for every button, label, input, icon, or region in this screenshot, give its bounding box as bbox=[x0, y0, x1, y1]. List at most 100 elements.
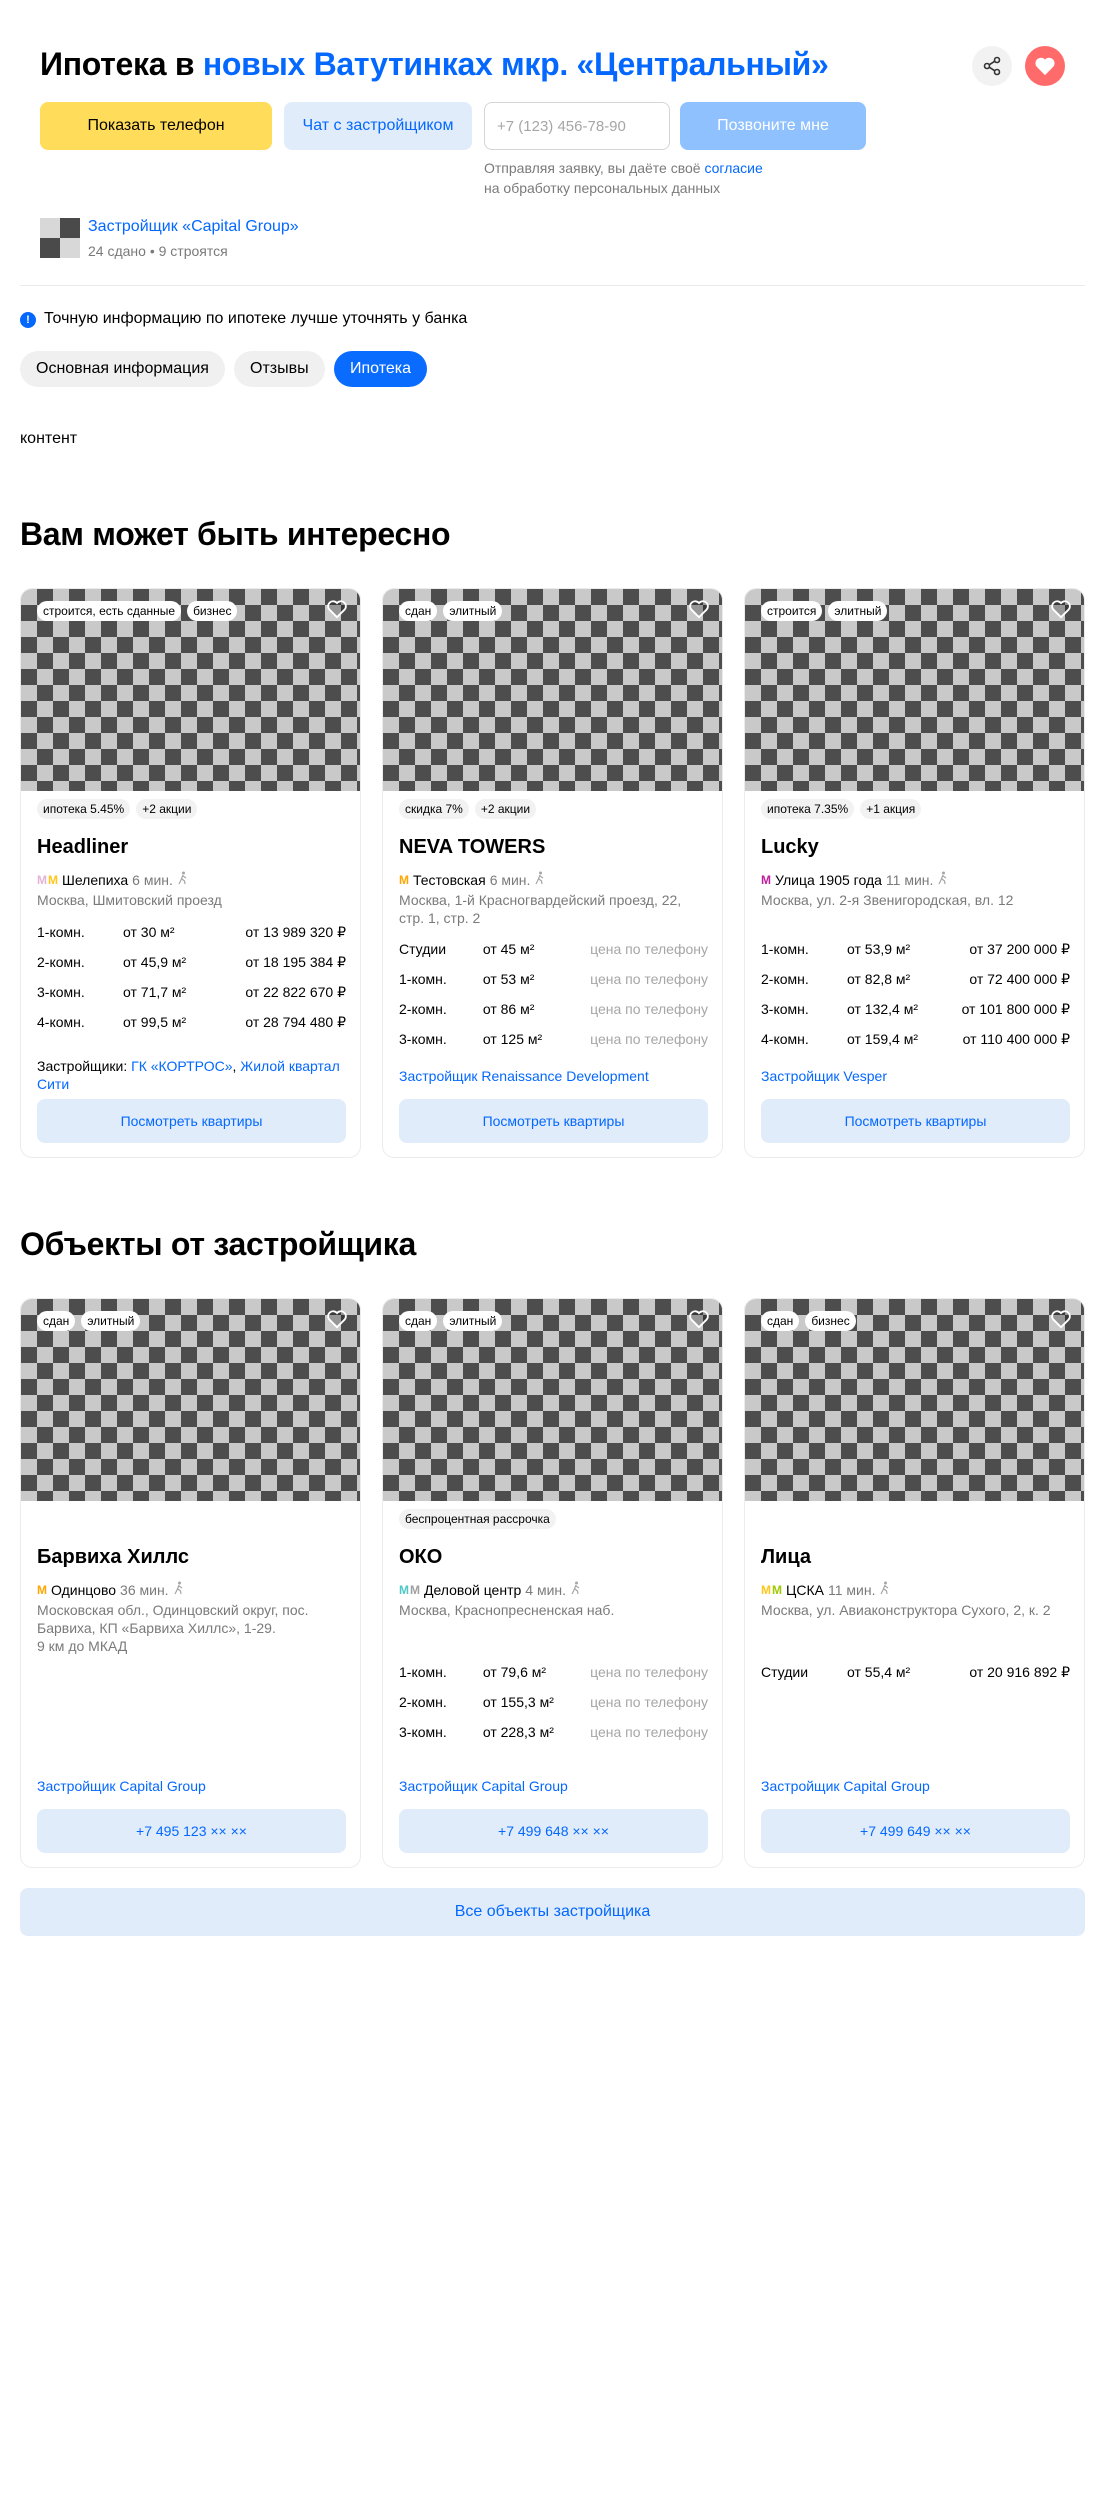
room-type: 3-комн. bbox=[761, 1001, 809, 1017]
promo-badge[interactable]: +1 акция bbox=[860, 799, 922, 819]
metro-info: M Одинцово 36 мин. bbox=[37, 1581, 185, 1598]
room-area: от 99,5 м² bbox=[123, 1014, 187, 1030]
favorite-button[interactable] bbox=[1025, 46, 1065, 86]
building-card[interactable]: сдан элитный беспроцентная рассрочка ОКО M M Д… bbox=[382, 1298, 723, 1868]
metro-time: 11 мин. bbox=[885, 871, 934, 888]
room-row[interactable]: 4-комн. от 99,5 м² от 28 794 480 ₽ bbox=[37, 1007, 346, 1037]
promo-badge[interactable]: беспроцентная рассрочка bbox=[399, 1509, 556, 1529]
room-type: Студии bbox=[399, 941, 447, 957]
room-price: цена по телефону bbox=[590, 1694, 708, 1710]
room-price: цена по телефону bbox=[590, 1031, 708, 1047]
card-favorite-button[interactable] bbox=[326, 599, 348, 624]
promo-badge[interactable]: +2 акции bbox=[136, 799, 198, 819]
show-phone-button[interactable]: Показать телефон bbox=[40, 102, 272, 150]
all-developer-objects-button[interactable]: Все объекты застройщика bbox=[20, 1888, 1085, 1936]
title-location-link[interactable]: новых Ватутинках мкр. «Центральный» bbox=[203, 46, 829, 82]
tab-reviews[interactable]: Отзывы bbox=[234, 351, 325, 387]
room-price: от 37 200 000 ₽ bbox=[969, 940, 1070, 957]
room-row[interactable]: 2-комн. от 155,3 м² цена по телефону bbox=[399, 1687, 708, 1717]
card-favorite-button[interactable] bbox=[688, 1309, 710, 1334]
room-area: от 159,4 м² bbox=[847, 1031, 918, 1047]
room-row[interactable]: 1-комн. от 53,9 м² от 37 200 000 ₽ bbox=[761, 934, 1070, 964]
building-name[interactable]: Лица bbox=[761, 1546, 811, 1569]
building-address: Москва, ул. 2-я Звенигородская, вл. 12 bbox=[761, 892, 1014, 908]
building-name[interactable]: NEVA TOWERS bbox=[399, 836, 545, 859]
room-row[interactable]: 1-комн. от 30 м² от 13 989 320 ₽ bbox=[37, 917, 346, 947]
show-phone-button[interactable]: +7 499 649 ×× ×× bbox=[761, 1809, 1070, 1853]
developer-link[interactable]: Застройщик Capital Group bbox=[761, 1778, 930, 1794]
card-favorite-button[interactable] bbox=[326, 1309, 348, 1334]
building-photo[interactable]: сдан бизнес bbox=[745, 1299, 1084, 1501]
building-card[interactable]: строится элитный ипотека 7.35% +1 акция Luck… bbox=[744, 588, 1085, 1158]
room-area: от 132,4 м² bbox=[847, 1001, 918, 1017]
room-type: 3-комн. bbox=[399, 1031, 447, 1047]
building-photo[interactable]: сдан элитный bbox=[383, 589, 722, 791]
heart-icon bbox=[689, 600, 709, 619]
room-row[interactable]: 3-комн. от 125 м² цена по телефону bbox=[399, 1024, 708, 1054]
building-name[interactable]: ОКО bbox=[399, 1546, 442, 1569]
status-badge: элитный bbox=[81, 1311, 141, 1331]
card-developer: Застройщик Capital Group bbox=[761, 1777, 1071, 1795]
building-name[interactable]: Lucky bbox=[761, 836, 819, 859]
promo-badges: беспроцентная рассрочка bbox=[399, 1509, 556, 1529]
view-apartments-button[interactable]: Посмотреть квартиры bbox=[761, 1099, 1070, 1143]
room-row[interactable]: 3-комн. от 71,7 м² от 22 822 670 ₽ bbox=[37, 977, 346, 1007]
building-photo[interactable]: сдан элитный bbox=[21, 1299, 360, 1501]
view-apartments-button[interactable]: Посмотреть квартиры bbox=[37, 1099, 346, 1143]
promo-badges: ипотека 5.45% +2 акции bbox=[37, 799, 198, 819]
developer-link[interactable]: Застройщик Renaissance Development bbox=[399, 1068, 649, 1084]
metro-info: M M Деловой центр 4 мин. bbox=[399, 1581, 582, 1598]
developer-link[interactable]: Застройщик «Capital Group» bbox=[88, 218, 299, 236]
room-row[interactable]: 1-комн. от 79,6 м² цена по телефону bbox=[399, 1657, 708, 1687]
room-row[interactable]: Студии от 55,4 м² от 20 916 892 ₽ bbox=[761, 1657, 1070, 1687]
room-row[interactable]: 2-комн. от 86 м² цена по телефону bbox=[399, 994, 708, 1024]
consent-link[interactable]: согласие bbox=[704, 160, 762, 176]
building-card[interactable]: сдан элитный скидка 7% +2 акции NEVA TOWERS M… bbox=[382, 588, 723, 1158]
room-row[interactable]: Студии от 45 м² цена по телефону bbox=[399, 934, 708, 964]
share-button[interactable] bbox=[972, 46, 1012, 86]
walk-icon bbox=[173, 1581, 185, 1598]
promo-badge[interactable]: скидка 7% bbox=[399, 799, 469, 819]
room-type: 1-комн. bbox=[399, 1664, 447, 1680]
developer-link[interactable]: Застройщик Vesper bbox=[761, 1068, 887, 1084]
building-name[interactable]: Барвиха Хиллс bbox=[37, 1546, 189, 1569]
show-phone-button[interactable]: +7 495 123 ×× ×× bbox=[37, 1809, 346, 1853]
card-favorite-button[interactable] bbox=[688, 599, 710, 624]
card-favorite-button[interactable] bbox=[1050, 1309, 1072, 1334]
view-apartments-button[interactable]: Посмотреть квартиры bbox=[399, 1099, 708, 1143]
status-badges: сдан элитный bbox=[399, 601, 503, 621]
room-row[interactable]: 3-комн. от 132,4 м² от 101 800 000 ₽ bbox=[761, 994, 1070, 1024]
share-icon bbox=[983, 56, 1001, 76]
tab-main-info[interactable]: Основная информация bbox=[20, 351, 225, 387]
building-card[interactable]: сдан бизнес Лица M M ЦСКА 11 мин. Москва, ул. А… bbox=[744, 1298, 1085, 1868]
status-badge: сдан bbox=[399, 601, 438, 621]
room-row[interactable]: 1-комн. от 53 м² цена по телефону bbox=[399, 964, 708, 994]
show-phone-button[interactable]: +7 499 648 ×× ×× bbox=[399, 1809, 708, 1853]
card-favorite-button[interactable] bbox=[1050, 599, 1072, 624]
room-price: от 20 916 892 ₽ bbox=[969, 1663, 1070, 1680]
building-photo[interactable]: строится элитный bbox=[745, 589, 1084, 791]
room-row[interactable]: 2-комн. от 82,8 м² от 72 400 000 ₽ bbox=[761, 964, 1070, 994]
building-photo[interactable]: сдан элитный bbox=[383, 1299, 722, 1501]
building-photo[interactable]: строится, есть сданные бизнес bbox=[21, 589, 360, 791]
room-row[interactable]: 2-комн. от 45,9 м² от 18 195 384 ₽ bbox=[37, 947, 346, 977]
developer-link[interactable]: ГК «КОРТРОС» bbox=[131, 1058, 232, 1074]
metro-icon: M bbox=[37, 1582, 47, 1597]
heart-icon bbox=[689, 1310, 709, 1329]
phone-input[interactable] bbox=[484, 102, 670, 150]
room-area: от 79,6 м² bbox=[482, 1664, 547, 1680]
promo-badge[interactable]: ипотека 5.45% bbox=[37, 799, 131, 819]
room-row[interactable]: 4-комн. от 159,4 м² от 110 400 000 ₽ bbox=[761, 1024, 1070, 1054]
call-me-button[interactable]: Позвоните мне bbox=[680, 102, 866, 150]
promo-badge[interactable]: ипотека 7.35% bbox=[761, 799, 855, 819]
room-row[interactable]: 3-комн. от 228,3 м² цена по телефону bbox=[399, 1717, 708, 1747]
promo-badge[interactable]: +2 акции bbox=[474, 799, 537, 819]
building-name[interactable]: Headliner bbox=[37, 836, 128, 859]
chat-with-developer-button[interactable]: Чат с застройщиком bbox=[284, 102, 472, 150]
tab-mortgage[interactable]: Ипотека bbox=[334, 351, 428, 387]
developer-link[interactable]: Застройщик Capital Group bbox=[399, 1778, 568, 1794]
room-type: 3-комн. bbox=[37, 984, 85, 1000]
building-card[interactable]: строится, есть сданные бизнес ипотека 5.45… bbox=[20, 588, 361, 1158]
building-card[interactable]: сдан элитный Барвиха Хиллс M Одинцово 36 мин.… bbox=[20, 1298, 361, 1868]
developer-link[interactable]: Застройщик Capital Group bbox=[37, 1778, 206, 1794]
